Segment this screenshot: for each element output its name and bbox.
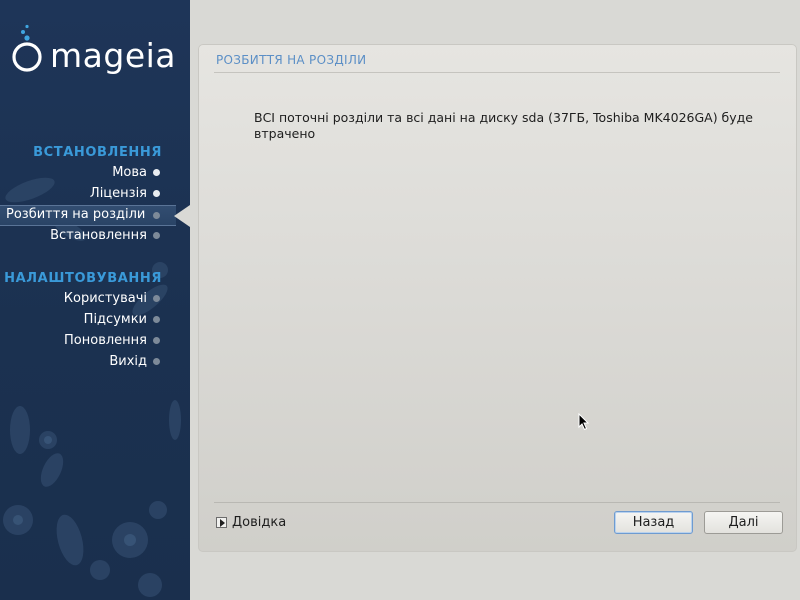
section-title-configuration: НАЛАШТОВУВАННЯ: [4, 271, 162, 286]
step-language: Мова: [112, 165, 147, 180]
warning-message: ВСІ поточні розділи та всі дані на диску…: [254, 110, 753, 141]
step-current-dot-icon: [153, 212, 160, 219]
mageia-logo-icon: [12, 24, 42, 72]
title-divider: [214, 72, 780, 73]
active-step-pointer-icon: [174, 205, 190, 227]
section-title-installation: ВСТАНОВЛЕННЯ: [33, 145, 162, 160]
expander-arrow-icon[interactable]: [216, 516, 227, 528]
step-installation: Встановлення: [50, 228, 147, 243]
step-pending-dot-icon: [153, 358, 160, 365]
step-summary: Підсумки: [83, 312, 147, 327]
main-panel: РОЗБИТТЯ НА РОЗДІЛИ ВСІ поточні розділи …: [198, 44, 797, 552]
step-updates: Поновлення: [64, 333, 147, 348]
step-done-dot-icon: [153, 169, 160, 176]
step-users: Користувачі: [63, 291, 147, 306]
step-pending-dot-icon: [153, 232, 160, 239]
next-button[interactable]: Далі: [704, 511, 783, 534]
back-button[interactable]: Назад: [614, 511, 693, 534]
step-pending-dot-icon: [153, 337, 160, 344]
step-done-dot-icon: [153, 190, 160, 197]
page-title: РОЗБИТТЯ НА РОЗДІЛИ: [216, 53, 367, 67]
step-exit: Вихід: [109, 354, 147, 369]
help-expander[interactable]: Довідка: [216, 514, 286, 530]
step-partitioning-active: Розбиття на розділи: [0, 205, 190, 227]
help-label[interactable]: Довідка: [232, 515, 286, 530]
mageia-logo: mageia: [10, 24, 185, 80]
mouse-pointer-icon: [578, 413, 590, 431]
bottom-divider: [214, 502, 780, 503]
sidebar: mageia ВСТАНОВЛЕННЯ Мова Ліцензія Розбит…: [0, 0, 190, 600]
logo-text: mageia: [50, 36, 177, 75]
step-license: Ліцензія: [89, 186, 147, 201]
step-partitioning-label: Розбиття на розділи: [6, 207, 146, 222]
step-pending-dot-icon: [153, 316, 160, 323]
step-pending-dot-icon: [153, 295, 160, 302]
